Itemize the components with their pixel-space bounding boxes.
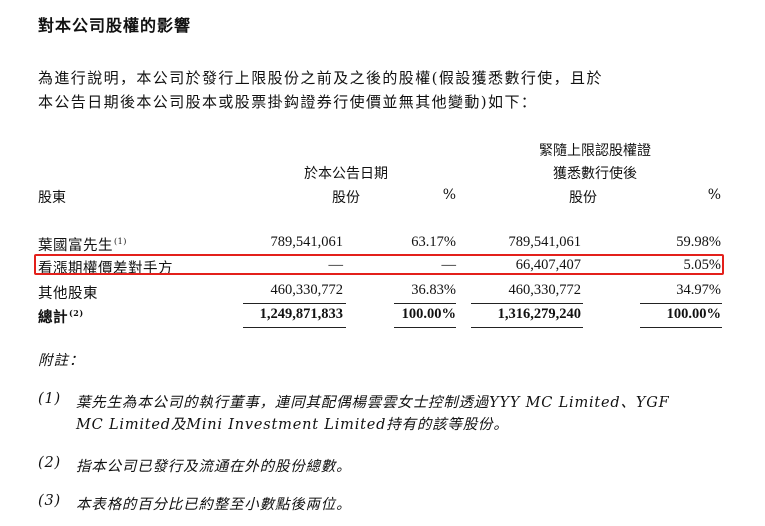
notes-title: 附註： [38, 353, 85, 369]
header-shares-now: 股份 [332, 190, 360, 206]
pct-after: 100.00% [666, 306, 721, 322]
note-number: (3) [38, 493, 61, 509]
highlight-box [34, 254, 724, 275]
total-rule-bottom [243, 327, 346, 328]
note-number: (1) [38, 391, 61, 407]
shares-after: 1,316,279,240 [497, 306, 581, 322]
intro-line: 為進行說明，本公司於發行上限股份之前及之後的股權(假設獲悉數行使，且於 [38, 69, 603, 87]
note-text: 葉先生為本公司的執行董事，連同其配偶楊雲雲女士控制透過YYY MC Limite… [76, 395, 670, 411]
header-after-exercise-line2: 獲悉數行使後 [553, 166, 637, 182]
header-after-exercise-line1: 緊隨上限認股權證 [539, 143, 651, 159]
note-text: 指本公司已發行及流通在外的股份總數。 [76, 459, 352, 475]
note-item: (3) 本表格的百分比已約整至小數點後兩位。 [38, 493, 728, 515]
header-pct-now: % [442, 187, 456, 203]
note-ref: (2) [69, 308, 84, 318]
note-text: MC Limited及Mini Investment Limited持有的該等股… [76, 417, 509, 433]
total-rule-bottom [471, 327, 583, 328]
pct-after: 59.98% [676, 234, 721, 250]
intro-paragraph: 為進行說明，本公司於發行上限股份之前及之後的股權(假設獲悉數行使，且於 本公告日… [38, 66, 738, 114]
note-ref: (1) [114, 237, 127, 246]
shares-now: 460,330,772 [270, 282, 344, 298]
table-row: 其他股東 460,330,772 36.83% 460,330,772 34.9… [0, 280, 765, 303]
header-as-of-date: 於本公告日期 [304, 166, 388, 182]
intro-line: 本公告日期後本公司股本或股票掛鈎證券行使價並無其他變動)如下： [38, 93, 538, 111]
table-row-total: 總計(2) 1,249,871,833 100.00% 1,316,279,24… [0, 304, 765, 327]
total-rule-bottom [640, 327, 722, 328]
header-shares-after: 股份 [569, 190, 597, 206]
pct-now: 63.17% [411, 234, 456, 250]
shareholder-name: 其他股東 [38, 286, 98, 302]
note-item: (2) 指本公司已發行及流通在外的股份總數。 [38, 455, 728, 477]
section-title: 對本公司股權的影響 [38, 16, 192, 35]
header-shareholder: 股東 [38, 190, 66, 206]
table-row: 葉國富先生(1) 789,541,061 63.17% 789,541,061 … [0, 232, 765, 255]
pct-after: 34.97% [676, 282, 721, 298]
total-rule-bottom [394, 327, 456, 328]
header-pct-after: % [707, 187, 721, 203]
pct-now: 100.00% [401, 306, 456, 322]
shares-now: 1,249,871,833 [259, 306, 343, 322]
shareholder-name: 總計(2) [38, 308, 84, 326]
pct-now: 36.83% [411, 282, 456, 298]
shareholder-name: 葉國富先生(1) [38, 237, 127, 254]
shares-now: 789,541,061 [270, 234, 344, 250]
note-text: 本表格的百分比已約整至小數點後兩位。 [76, 497, 352, 513]
note-item: (1) 葉先生為本公司的執行董事，連同其配偶楊雲雲女士控制透過YYY MC Li… [38, 391, 728, 437]
shares-after: 789,541,061 [508, 234, 582, 250]
note-number: (2) [38, 455, 61, 471]
shares-after: 460,330,772 [508, 282, 582, 298]
